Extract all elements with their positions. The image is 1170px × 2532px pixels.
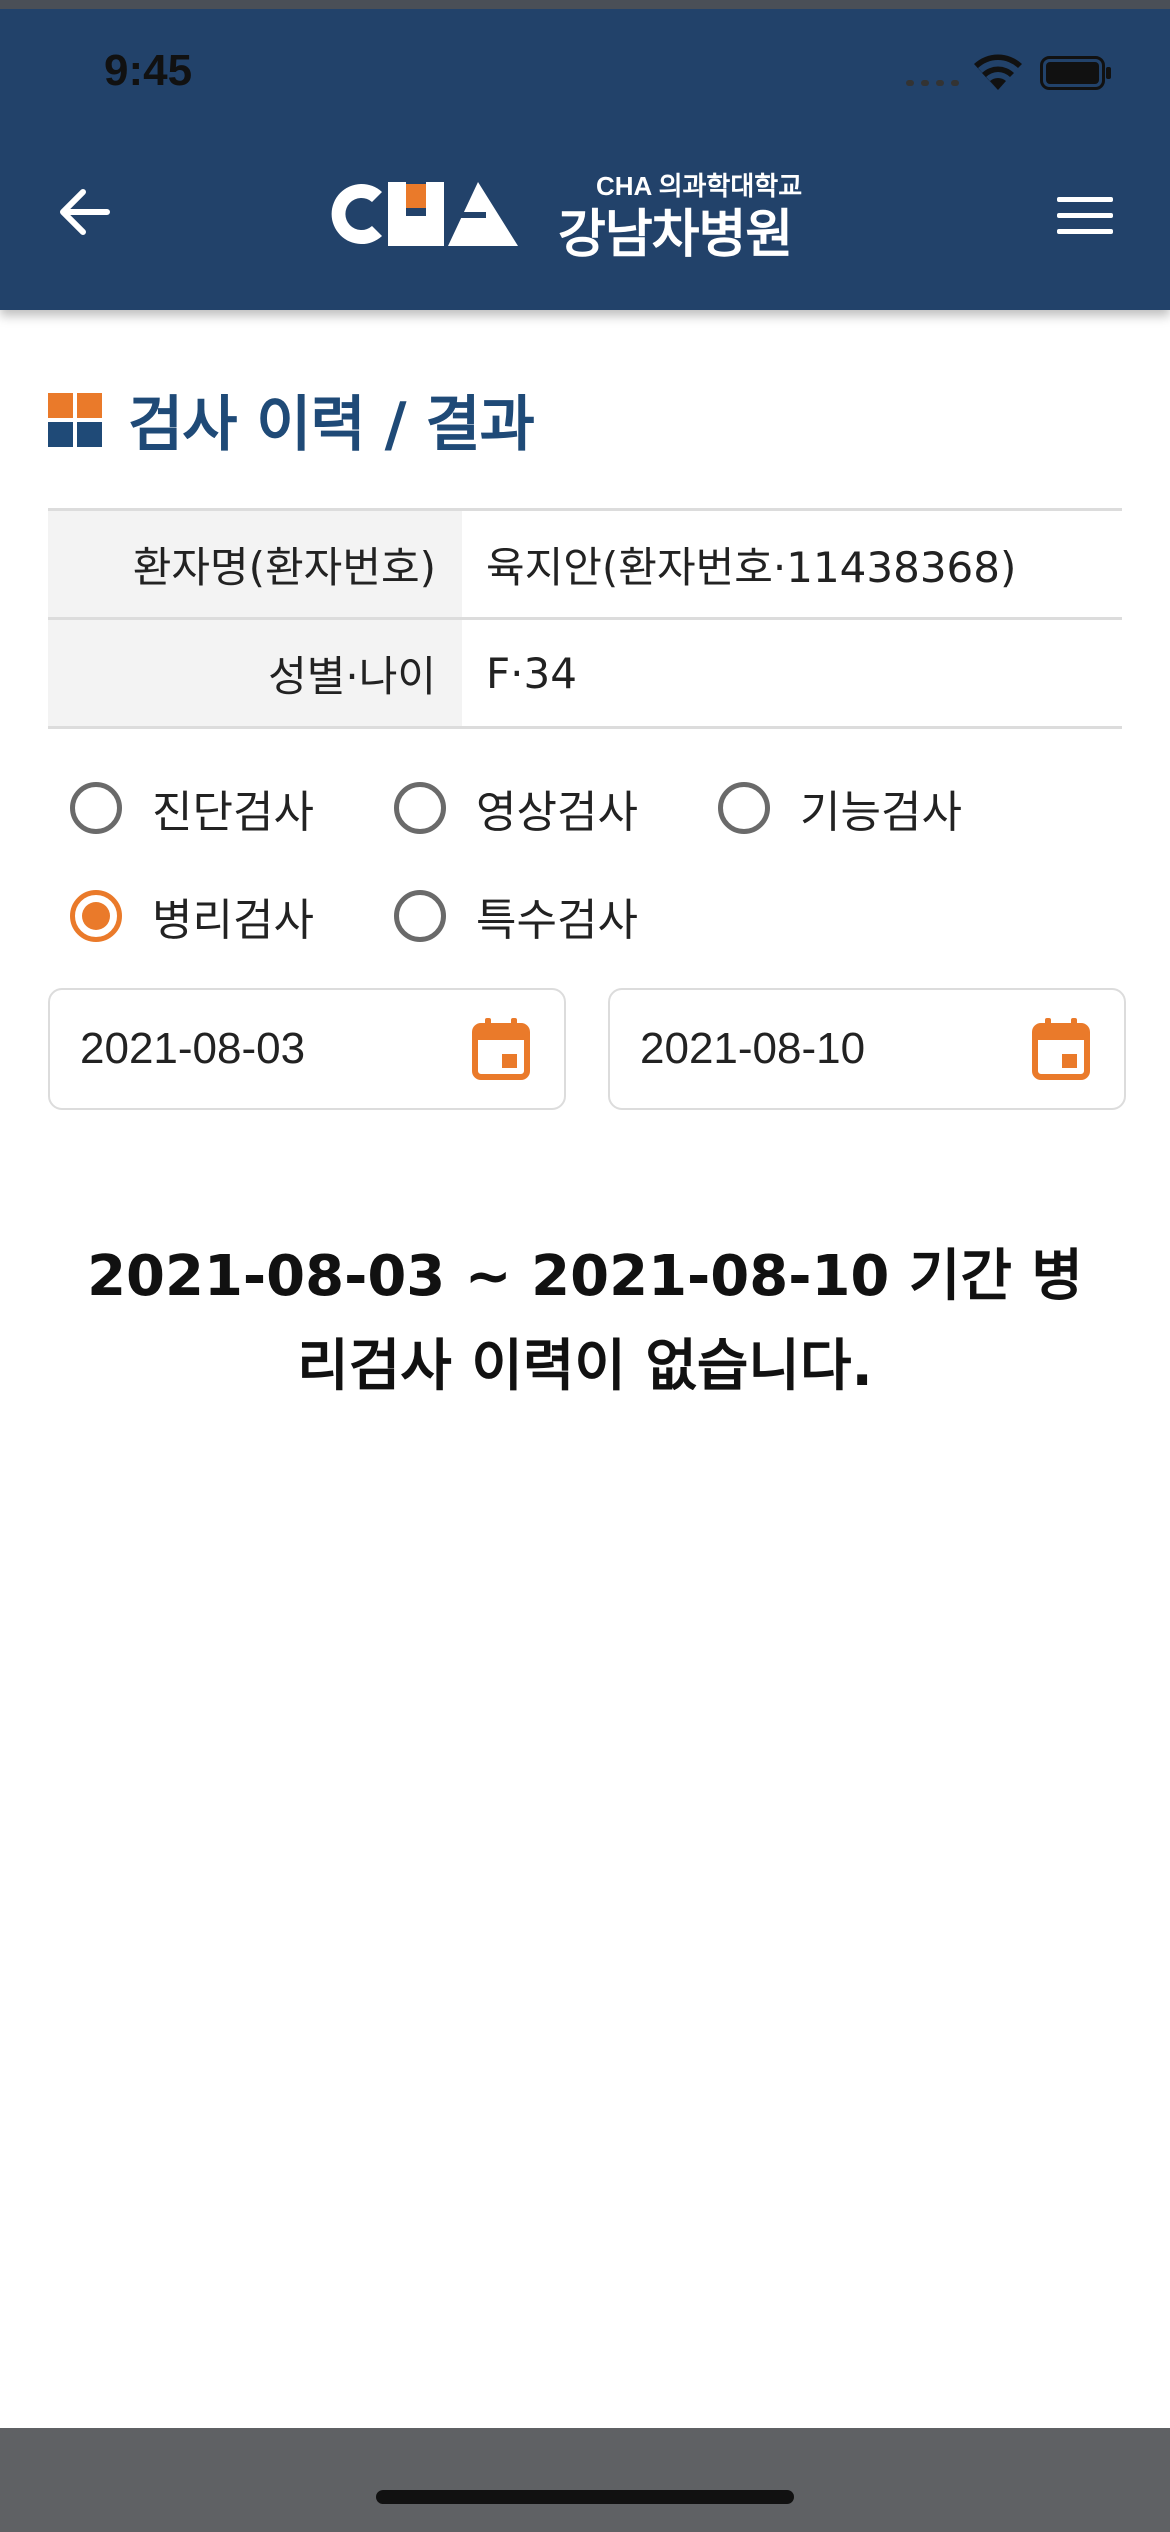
page-title-row: 검사 이력 / 결과 bbox=[48, 376, 535, 463]
radio-label: 특수검사 bbox=[476, 895, 638, 946]
radio-circle-selected[interactable] bbox=[70, 890, 122, 942]
radio-circle[interactable] bbox=[394, 890, 446, 942]
start-date-value: 2021-08-03 bbox=[80, 1024, 306, 1073]
patient-name-label: 환자명(환자번호) bbox=[48, 511, 462, 617]
radio-function-test[interactable]: 기능검사 bbox=[718, 776, 962, 840]
end-date-input[interactable]: 2021-08-10 bbox=[608, 988, 1126, 1110]
radio-label: 병리검사 bbox=[152, 895, 314, 946]
end-date-value: 2021-08-10 bbox=[640, 1024, 866, 1073]
app-header: 9:45 CHA 의과학대학교 강남차병원 bbox=[0, 0, 1170, 310]
bottom-system-bar bbox=[0, 2428, 1170, 2532]
empty-message-line-1: 2021-08-03 ~ 2021-08-10 기간 병 bbox=[87, 1244, 1083, 1309]
radio-circle[interactable] bbox=[394, 782, 446, 834]
logo-name: 강남차병원 bbox=[558, 205, 793, 265]
page-title: 검사 이력 / 결과 bbox=[128, 390, 535, 460]
gender-age-label: 성별·나이 bbox=[48, 620, 462, 726]
screen-top-edge bbox=[0, 0, 1170, 9]
cha-logo-mark bbox=[331, 182, 518, 246]
app-screen: 9:45 CHA 의과학대학교 강남차병원 검사 이력 / 결과 환자명(환자번… bbox=[0, 0, 1170, 2532]
wifi-icon bbox=[974, 54, 1022, 90]
hospital-logo[interactable]: CHA 의과학대학교 강남차병원 bbox=[322, 166, 852, 265]
back-button[interactable] bbox=[52, 180, 116, 244]
arrow-left-icon bbox=[60, 189, 110, 235]
radio-circle[interactable] bbox=[718, 782, 770, 834]
calendar-icon[interactable] bbox=[472, 1018, 530, 1080]
radio-diagnostic-test[interactable]: 진단검사 bbox=[70, 776, 314, 840]
radio-imaging-test[interactable]: 영상검사 bbox=[394, 776, 638, 840]
radio-pathology-test[interactable]: 병리검사 bbox=[70, 884, 314, 948]
menu-button[interactable] bbox=[1050, 185, 1120, 245]
start-date-input[interactable]: 2021-08-03 bbox=[48, 988, 566, 1110]
radio-special-test[interactable]: 특수검사 bbox=[394, 884, 638, 948]
hamburger-menu-icon bbox=[1057, 197, 1113, 234]
status-time: 9:45 bbox=[104, 46, 193, 95]
patient-name-row: 환자명(환자번호) 육지안(환자번호·11438368) bbox=[48, 511, 1122, 620]
signal-icon bbox=[906, 80, 959, 86]
empty-message-line-2: 리검사 이력이 없습니다. bbox=[297, 1334, 873, 1399]
radio-circle[interactable] bbox=[70, 782, 122, 834]
home-indicator[interactable] bbox=[376, 2490, 794, 2504]
grid-icon bbox=[48, 392, 102, 447]
empty-result-message: 2021-08-03 ~ 2021-08-10 기간 병 리검사 이력이 없습니… bbox=[80, 1232, 1090, 1412]
gender-age-row: 성별·나이 F·34 bbox=[48, 620, 1122, 729]
radio-label: 기능검사 bbox=[800, 787, 962, 838]
patient-name-value: 육지안(환자번호·11438368) bbox=[486, 542, 1017, 592]
calendar-icon[interactable] bbox=[1032, 1018, 1090, 1080]
radio-label: 영상검사 bbox=[476, 787, 638, 838]
radio-label: 진단검사 bbox=[152, 787, 314, 838]
battery-icon bbox=[1040, 56, 1111, 90]
patient-info-table: 환자명(환자번호) 육지안(환자번호·11438368) 성별·나이 F·34 bbox=[48, 508, 1122, 729]
gender-age-value: F·34 bbox=[486, 648, 577, 698]
